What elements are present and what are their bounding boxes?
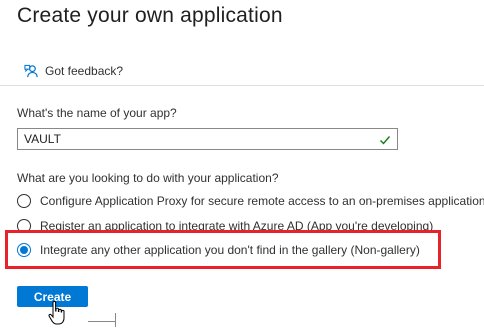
got-feedback-link[interactable]: Got feedback? [24, 62, 123, 80]
page-title: Create your own application [17, 4, 283, 27]
hand-pointer-cursor-icon [47, 300, 67, 327]
divider [115, 313, 116, 327]
highlight-box [5, 230, 441, 269]
radio-option-app-proxy[interactable]: Configure Application Proxy for secure r… [17, 192, 484, 210]
check-icon [379, 133, 391, 145]
divider [88, 321, 116, 322]
feedback-bar: Got feedback? [0, 55, 484, 86]
purpose-label: What are you looking to do with your app… [17, 171, 279, 185]
app-name-label: What's the name of your app? [17, 106, 177, 120]
radio-option-label: Configure Application Proxy for secure r… [40, 194, 484, 208]
feedback-label: Got feedback? [45, 64, 124, 78]
feedback-icon [24, 64, 39, 79]
app-name-field[interactable] [17, 128, 398, 150]
radio-button[interactable] [17, 194, 31, 208]
app-name-input[interactable] [18, 129, 374, 149]
